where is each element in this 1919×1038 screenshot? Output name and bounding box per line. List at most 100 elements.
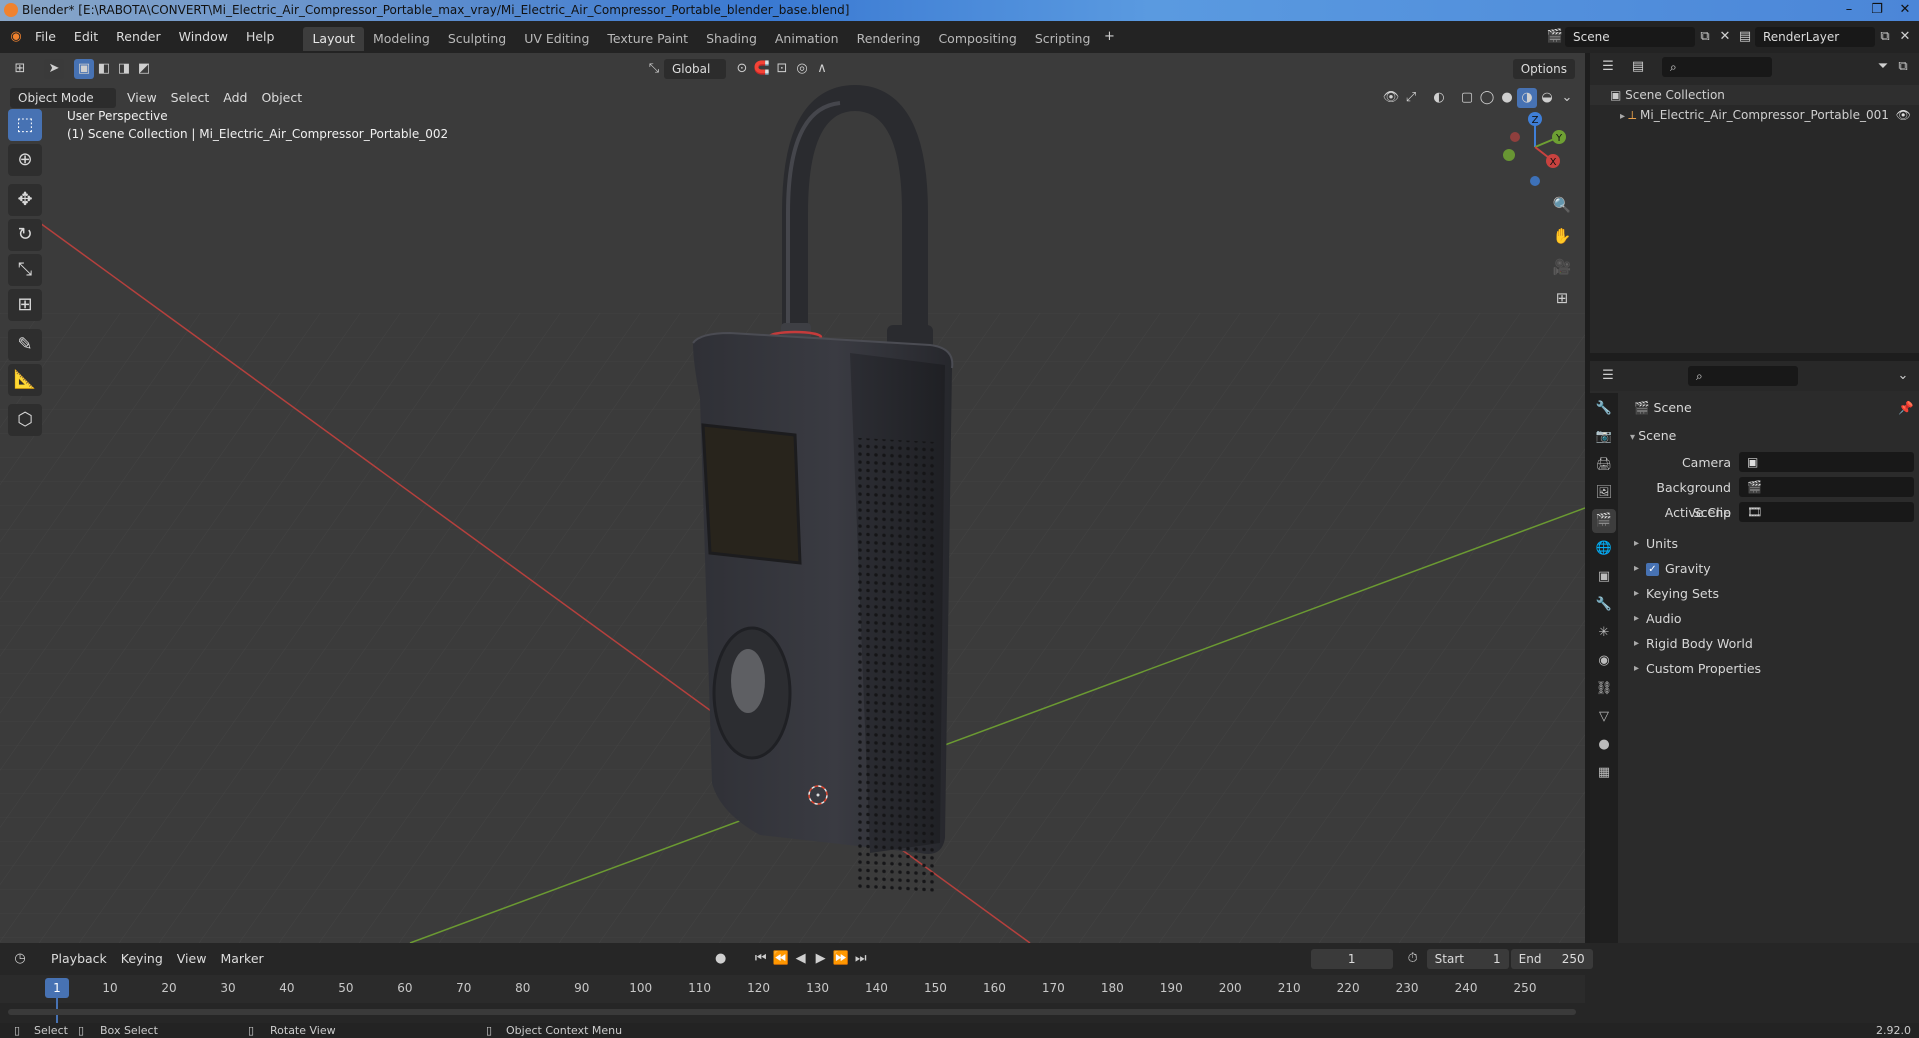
data-tab-icon[interactable]: ▽ — [1592, 705, 1616, 729]
scene-tab-icon[interactable]: 🎬 — [1592, 509, 1616, 533]
zoom-icon[interactable]: 🔍 — [1548, 191, 1576, 219]
xray-icon[interactable]: ▢ — [1457, 88, 1477, 108]
timeline-ruler[interactable]: 1 10 20 30 40 50 60 70 80 90 100 110 120 130 140 150 160… — [0, 975, 1585, 1023]
tab-compositing[interactable]: Compositing — [929, 27, 1025, 51]
visibility-icon[interactable]: 👁 — [1381, 88, 1401, 108]
filter-icon[interactable]: ⏷ — [1873, 57, 1893, 77]
tool-tab-icon[interactable]: 🔧 — [1592, 397, 1616, 421]
scene-selector[interactable]: Scene — [1565, 27, 1695, 47]
jump-keyframe-back-icon[interactable]: ⏪ — [771, 949, 791, 969]
start-frame-field[interactable]: Start 1 — [1426, 949, 1509, 969]
tab-uv-editing[interactable]: UV Editing — [515, 27, 598, 51]
play-reverse-icon[interactable]: ◀ — [791, 949, 811, 969]
transform-tool-icon[interactable]: ⊞ — [8, 289, 42, 321]
overlay-toggle-icon[interactable]: ◐ — [1429, 88, 1449, 108]
menu-keying[interactable]: Keying — [114, 946, 170, 972]
new-layer-icon[interactable]: ⧉ — [1875, 27, 1895, 47]
select-subtract-icon[interactable]: ◨ — [114, 59, 134, 79]
new-scene-icon[interactable]: ⧉ — [1695, 27, 1715, 47]
active-clip-field[interactable]: 🎞 — [1739, 502, 1914, 522]
close-icon[interactable]: ✕ — [1891, 0, 1919, 20]
minimize-icon[interactable]: – — [1835, 0, 1863, 20]
scene-section[interactable]: ▾ Scene — [1624, 423, 1914, 448]
tab-scripting[interactable]: Scripting — [1026, 27, 1100, 51]
snap-icon[interactable]: 🧲 — [752, 59, 772, 79]
scene-icon[interactable]: 🎬 — [1545, 27, 1565, 47]
rotate-tool-icon[interactable]: ↻ — [8, 219, 42, 251]
shading-options-icon[interactable]: ⌄ — [1557, 88, 1577, 108]
menu-playback[interactable]: Playback — [44, 946, 114, 972]
record-icon[interactable]: ● — [711, 949, 731, 969]
output-tab-icon[interactable]: 🖨 — [1592, 453, 1616, 477]
audio-panel[interactable]: Audio — [1624, 606, 1914, 631]
jump-start-icon[interactable]: ⏮ — [751, 949, 771, 969]
editor-type-icon[interactable]: ⊞ — [10, 59, 30, 79]
shading-wireframe-icon[interactable]: ◯ — [1477, 88, 1497, 108]
preview-range-icon[interactable]: ⏱ — [1403, 949, 1423, 969]
shading-solid-icon[interactable]: ● — [1497, 88, 1517, 108]
outliner-item[interactable]: ▸ ⟂ Mi_Electric_Air_Compressor_Portable_… — [1590, 105, 1919, 125]
pivot-point-icon[interactable]: ⊙ — [732, 59, 752, 79]
shading-rendered-icon[interactable]: ◒ — [1537, 88, 1557, 108]
add-cube-tool-icon[interactable]: ⬡ — [8, 404, 42, 436]
delete-layer-icon[interactable]: ✕ — [1895, 27, 1915, 47]
menu-marker[interactable]: Marker — [213, 946, 270, 972]
end-frame-field[interactable]: End 250 — [1510, 949, 1593, 969]
ortho-grid-icon[interactable]: ⊞ — [1548, 284, 1576, 312]
properties-editor-icon[interactable]: ☰ — [1598, 366, 1618, 386]
tab-rendering[interactable]: Rendering — [848, 27, 930, 51]
blender-menu-icon[interactable]: ◉ — [6, 27, 26, 47]
render-tab-icon[interactable]: 📷 — [1592, 425, 1616, 449]
render-layer-selector[interactable]: RenderLayer — [1755, 27, 1875, 47]
add-workspace-icon[interactable]: + — [1099, 27, 1119, 47]
world-tab-icon[interactable]: 🌐 — [1592, 537, 1616, 561]
camera-field[interactable]: ▣ — [1739, 452, 1914, 472]
play-icon[interactable]: ▶ — [811, 949, 831, 969]
options-button[interactable]: Options — [1512, 59, 1575, 79]
particles-tab-icon[interactable]: ✳ — [1592, 621, 1616, 645]
gravity-panel[interactable]: ✓ Gravity — [1624, 556, 1914, 581]
menu-window[interactable]: Window — [170, 21, 237, 53]
menu-edit[interactable]: Edit — [65, 21, 107, 53]
transform-orientation-select[interactable]: Global — [664, 59, 726, 79]
select-tool-icon[interactable]: ➤ — [44, 59, 64, 79]
menu-timeline-view[interactable]: View — [170, 946, 214, 972]
gizmo-toggle-icon[interactable]: ⤢ — [1401, 88, 1421, 108]
properties-options-icon[interactable]: ⌄ — [1893, 366, 1913, 386]
pan-hand-icon[interactable]: ✋ — [1548, 222, 1576, 250]
menu-render[interactable]: Render — [107, 21, 170, 53]
material-tab-icon[interactable]: ● — [1592, 733, 1616, 757]
rigid-body-world-panel[interactable]: Rigid Body World — [1624, 631, 1914, 656]
tab-texture-paint[interactable]: Texture Paint — [598, 27, 697, 51]
select-extend-icon[interactable]: ◧ — [94, 59, 114, 79]
annotate-tool-icon[interactable]: ✎ — [8, 329, 42, 361]
timeline-scrollbar[interactable] — [8, 1009, 1576, 1015]
maximize-icon[interactable]: ❐ — [1863, 0, 1891, 20]
jump-keyframe-forward-icon[interactable]: ⏩ — [831, 949, 851, 969]
texture-tab-icon[interactable]: ▦ — [1592, 761, 1616, 785]
camera-view-icon[interactable]: 🎥 — [1548, 253, 1576, 281]
tab-sculpting[interactable]: Sculpting — [439, 27, 515, 51]
properties-search-input[interactable]: ⌕ — [1688, 366, 1798, 386]
move-tool-icon[interactable]: ✥ — [8, 184, 42, 216]
select-box-tool-icon[interactable]: ⬚ — [8, 109, 42, 141]
outliner-editor-icon[interactable]: ☰ — [1598, 57, 1618, 77]
current-frame-field[interactable]: 1 — [1310, 949, 1393, 969]
render-layer-icon[interactable]: ▤ — [1735, 27, 1755, 47]
select-new-icon[interactable]: ▣ — [74, 59, 94, 79]
display-mode-icon[interactable]: ▤ — [1628, 57, 1648, 77]
constraints-tab-icon[interactable]: ⛓ — [1592, 677, 1616, 701]
measure-tool-icon[interactable]: 📐 — [8, 364, 42, 396]
outliner-search-input[interactable]: ⌕ — [1662, 57, 1772, 77]
cursor-tool-icon[interactable]: ⊕ — [8, 144, 42, 176]
jump-end-icon[interactable]: ⏭ — [851, 949, 871, 969]
timeline-editor-icon[interactable]: ◷ — [10, 949, 30, 969]
object-tab-icon[interactable]: ▣ — [1592, 565, 1616, 589]
menu-file[interactable]: File — [26, 21, 65, 53]
collapse-arrow-icon[interactable]: ▾ — [1630, 432, 1638, 443]
expand-arrow-icon[interactable]: ▸ — [1620, 111, 1628, 122]
gravity-checkbox[interactable]: ✓ — [1646, 563, 1659, 576]
delete-scene-icon[interactable]: ✕ — [1715, 27, 1735, 47]
tab-layout[interactable]: Layout — [303, 27, 364, 51]
hide-eye-icon[interactable]: 👁 — [1896, 105, 1911, 125]
